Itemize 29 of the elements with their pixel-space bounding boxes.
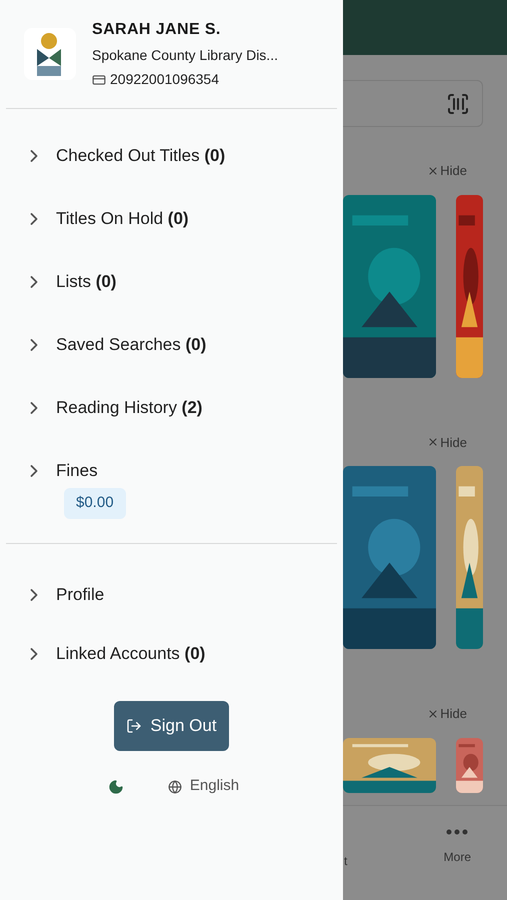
menu-item[interactable]: Linked Accounts (0) [0,632,343,674]
nav-label[interactable]: More [444,848,471,866]
language-button[interactable]: English [168,775,240,798]
library-logo [24,28,76,80]
card-icon [92,72,106,86]
hide-button[interactable]: Hide [427,432,467,452]
menu-item[interactable]: Profile [0,574,343,616]
library-name: Spokane County Library Dis... [92,46,278,65]
close-icon [427,436,440,448]
globe-icon [168,780,182,794]
menu-item[interactable]: Lists (0) [0,261,343,303]
menu-item[interactable]: Checked Out Titles (0) [0,135,343,177]
menu-item[interactable]: Saved Searches (0) [0,324,343,366]
close-icon [427,164,440,177]
menu-item[interactable]: Reading History (2) [0,387,343,429]
sign-out-button[interactable]: Sign Out [114,700,229,750]
close-icon [427,708,440,720]
more-icon [446,829,468,835]
nav-label[interactable]: t [344,852,348,870]
patron-name: SARAH JANE S. [92,20,222,40]
barcode-scan-icon [446,92,470,116]
card-number: 20922001096354 [110,70,220,89]
hide-button[interactable]: Hide [427,704,467,724]
menu-item[interactable]: Titles On Hold (0) [0,198,343,240]
moon-icon [108,778,124,794]
fines-amount: $0.00 [64,488,126,518]
search-field[interactable] [343,80,483,127]
hide-button[interactable]: Hide [427,161,467,180]
sign-out-icon [126,718,142,734]
